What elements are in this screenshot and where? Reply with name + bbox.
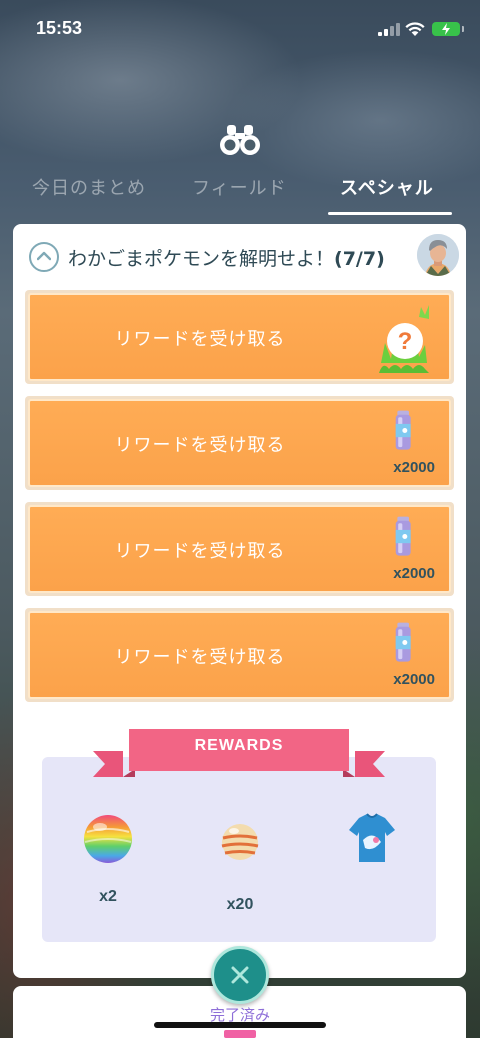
cellular-signal-icon <box>378 22 400 36</box>
avatar-shirt-icon <box>349 813 395 862</box>
claim-reward-label: リワードを受け取る <box>114 647 286 668</box>
chevron-up-icon <box>37 251 51 261</box>
final-reward-item-3 <box>332 812 412 888</box>
tab-field[interactable]: フィールド <box>192 174 287 200</box>
completed-accent-bar <box>224 1030 256 1038</box>
final-reward-item-1: x2 <box>68 812 148 906</box>
tab-today[interactable]: 今日のまとめ <box>32 174 146 200</box>
rewards-banner-label: REWARDS <box>194 737 284 754</box>
special-research-card: わかごまポケモンを解明せよ！(7/7) リワードを受け取る ? リワードを受け取… <box>13 224 466 978</box>
reward-button-face: リワードを受け取る x2000 <box>28 505 451 593</box>
final-reward-quantity: x20 <box>226 896 254 913</box>
collapse-button[interactable] <box>29 242 59 272</box>
claim-reward-button-2[interactable]: リワードを受け取る x2000 <box>25 396 454 490</box>
research-tabs: 今日のまとめ フィールド スペシャル <box>0 172 480 216</box>
research-title: わかごまポケモンを解明せよ！(7/7) <box>68 244 385 271</box>
complete-button[interactable] <box>211 946 269 1004</box>
svg-text:?: ? <box>398 328 413 355</box>
rare-candy-icon <box>84 815 132 863</box>
claim-reward-button-3[interactable]: リワードを受け取る x2000 <box>25 502 454 596</box>
home-indicator[interactable] <box>154 1022 326 1028</box>
reward-button-face: リワードを受け取る x2000 <box>28 611 451 699</box>
research-header: わかごまポケモンを解明せよ！(7/7) <box>13 224 466 286</box>
reward-quantity: x2000 <box>393 671 435 688</box>
claim-reward-button-1[interactable]: リワードを受け取る ? <box>25 290 454 384</box>
wifi-icon <box>405 22 425 36</box>
reward-button-face: リワードを受け取る x2000 <box>28 399 451 487</box>
claim-reward-button-4[interactable]: リワードを受け取る x2000 <box>25 608 454 702</box>
claim-reward-label: リワードを受け取る <box>114 329 286 350</box>
research-progress: (7/7) <box>334 248 385 270</box>
final-reward-quantity: x2 <box>99 888 117 905</box>
close-icon <box>231 966 249 984</box>
reward-quantity: x2000 <box>393 459 435 476</box>
reward-button-face: リワードを受け取る ? <box>28 293 451 381</box>
active-tab-indicator <box>328 212 452 215</box>
claim-reward-label: リワードを受け取る <box>114 541 286 562</box>
status-bar: 15:53 <box>0 0 480 56</box>
tab-special[interactable]: スペシャル <box>340 174 434 200</box>
final-reward-item-2: x20 <box>200 822 280 914</box>
claim-reward-label: リワードを受け取る <box>114 435 286 456</box>
battery-icon <box>432 22 464 36</box>
mystery-pokemon-encounter-icon: ? <box>379 305 429 373</box>
research-title-text: わかごまポケモンを解明せよ！ <box>68 248 335 270</box>
binoculars-icon <box>220 125 260 155</box>
reward-quantity: x2000 <box>393 565 435 582</box>
pinap-berry-icon <box>221 824 259 860</box>
status-time: 15:53 <box>36 18 83 38</box>
professor-avatar <box>417 234 459 276</box>
